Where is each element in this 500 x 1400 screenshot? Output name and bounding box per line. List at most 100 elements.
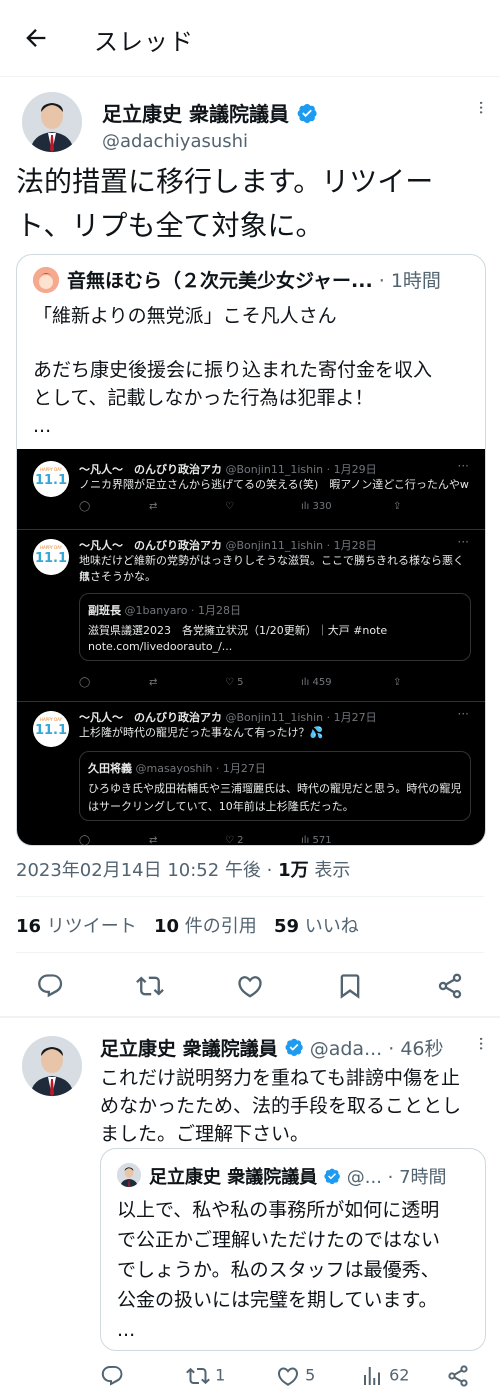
embedded-handle: @Bonjin11_1ishin · 1月28日 [225, 539, 377, 552]
reply-icon[interactable] [36, 972, 64, 1004]
reply-retweet-icon[interactable]: 1 [186, 1364, 225, 1388]
reply-quote-time: · 7時間 [387, 1167, 447, 1188]
verified-badge-icon [296, 102, 318, 129]
timestamp-text: 2023年02月14日 10:52 午後 · [16, 860, 279, 881]
post-actions [0, 972, 500, 1002]
reply-retweet-count: 1 [215, 1365, 226, 1385]
svg-text:HAPPY DAY: HAPPY DAY [40, 467, 63, 472]
post-timestamp[interactable]: 2023年02月14日 10:52 午後 · 1万 表示 [16, 856, 350, 882]
reply-handle: @ada... [309, 1038, 383, 1060]
embedded-views: 571 [312, 835, 332, 846]
retweet-icon[interactable] [136, 972, 164, 1004]
reply-views-count: 62 [389, 1365, 410, 1385]
quote-author-avatar [33, 267, 59, 293]
page-title: スレッド [94, 28, 194, 56]
reply-like-count: 5 [305, 1365, 316, 1385]
quote-line: 「維新よりの無党派」こそ凡人さん [33, 305, 337, 327]
more-options-icon[interactable]: ··· [470, 100, 491, 114]
reply-quote-line: 以上で、私や私の事務所が如何に透明 [117, 1199, 440, 1221]
quotes-label: 件の引用 [179, 916, 257, 937]
reply-quote-header: 足立康史 衆議院議員 @... · 7時間 [149, 1163, 447, 1190]
author-handle[interactable]: @adachiyasushi [102, 131, 248, 152]
reply-quote-line: でしょうか。私のスタッフは最優秀、 [117, 1259, 440, 1281]
reply-author-name[interactable]: 足立康史 衆議院議員 [100, 1038, 278, 1060]
reply-quote-body: 以上で、私や私の事務所が如何に透明 で公正かご理解いただけたのではない でしょう… [117, 1195, 440, 1345]
embedded-quote-line: note.com/livedoorauto_/... [88, 640, 233, 653]
quotes-stat[interactable]: 10 件の引用 [154, 916, 257, 937]
embedded-quote-line: 滋賀県議選2023 各党擁立状況（1/20更新）｜大戸 #note [88, 624, 388, 637]
embedded-quote: 久田将義 @masayoshih · 1月27日 ひろゆき氏や成田祐輔氏や三浦瑠… [79, 751, 471, 821]
embedded-body: ノニカ界隈が足立さんから逃げてるの笑える(笑) 暇アノン達どこ行ったんやw [79, 478, 469, 491]
bookmark-icon[interactable] [336, 972, 364, 1004]
svg-text:HAPPY DAY: HAPPY DAY [40, 545, 63, 550]
quoted-tweet[interactable]: 音無ほむら（２次元美少女ジャー... · 1時間 「維新よりの無党派」こそ凡人さ… [16, 254, 486, 846]
embedded-screenshot-image: 11.1 HAPPY DAY 〜凡人〜 のんびり政治アカ @Bonjin11_1i… [17, 449, 485, 846]
verified-badge-icon [284, 1037, 304, 1062]
embedded-actions: ◯ ⇄ ♡ 5 ılı 459 ⇪ [79, 677, 402, 688]
post-text-line: ト、リプも全て対象に。 [16, 209, 324, 242]
embedded-views: 459 [312, 677, 332, 688]
author-avatar[interactable] [22, 92, 82, 152]
embedded-likes: 2 [237, 835, 244, 846]
like-icon[interactable] [236, 972, 264, 1004]
post-text-line: 法的措置に移行します。リツイー [16, 165, 434, 198]
reply-quote-line: で公正かご理解いただけたのではない [117, 1229, 441, 1251]
embedded-handle: @Bonjin11_1ishin · 1月27日 [225, 711, 377, 724]
reply-quote-handle: @... [346, 1167, 382, 1188]
embedded-avatar: 11.1 HAPPY DAY [33, 711, 69, 747]
embedded-name: 〜凡人〜 のんびり政治アカ [79, 463, 222, 476]
svg-text:11.1: 11.1 [35, 473, 67, 488]
embedded-views: 330 [312, 501, 332, 512]
views-label: 表示 [308, 860, 351, 881]
back-arrow-icon[interactable] [22, 24, 50, 52]
reply-views-icon[interactable]: 62 [360, 1364, 409, 1388]
reply-quote-avatar [117, 1163, 141, 1187]
embedded-body: 上杉隆が時代の寵児だった事なんて有ったけ？💦 [79, 726, 324, 739]
quotes-count: 10 [153, 916, 180, 937]
likes-count: 59 [273, 916, 299, 937]
reply-quoted-tweet[interactable]: 足立康史 衆議院議員 @... · 7時間 以上で、私や私の事務所が如何に透明 … [100, 1148, 486, 1351]
likes-stat[interactable]: 59 いいね [274, 916, 359, 937]
embedded-body: 無さそうかな。 [79, 570, 156, 583]
quote-ellipsis: ... [33, 415, 52, 437]
embedded-quote-handle: @1banyaro · 1月28日 [124, 604, 241, 617]
embedded-name: 〜凡人〜 のんびり政治アカ [79, 711, 222, 724]
svg-text:11.1: 11.1 [35, 723, 67, 738]
reply-reply-icon[interactable] [100, 1364, 124, 1392]
author-name-text: 足立康史 衆議院議員 [102, 102, 289, 126]
reply-time: · 46秒 [388, 1038, 444, 1060]
post-text: 法的措置に移行します。リツイー ト、リプも全て対象に。 [16, 160, 486, 248]
verified-badge-icon [323, 1167, 341, 1190]
quote-header: 音無ほむら（２次元美少女ジャー... · 1時間 [67, 266, 441, 293]
author-name[interactable]: 足立康史 衆議院議員 [102, 98, 318, 129]
embedded-quote-handle: @masayoshih · 1月27日 [135, 762, 266, 775]
quote-line: として、記載しなかった行為は犯罪よ！ [33, 387, 374, 409]
embedded-likes: 5 [237, 677, 244, 688]
embedded-quote-name: 副班長 [88, 604, 121, 617]
embedded-quote-line: はサークリングしていて、10年前は上杉隆氏だった。 [88, 800, 354, 813]
reply-quote-author-name: 足立康史 衆議院議員 [149, 1167, 318, 1188]
embedded-actions: ◯ ⇄ ♡ 2 ılı 571 [79, 835, 332, 846]
embedded-quote-line: ひろゆき氏や成田祐輔氏や三浦瑠麗氏は、時代の寵児だと思う。時代の寵児 [88, 782, 462, 795]
reply-text-line: これだけ説明努力を重ねても誹謗中傷を止 [100, 1067, 461, 1089]
embedded-avatar: 11.1 HAPPY DAY [33, 539, 69, 575]
embedded-name: 〜凡人〜 のんびり政治アカ [79, 539, 222, 552]
engagement-counts: 16 リツイート 10 件の引用 59 いいね [16, 912, 359, 938]
reply-header: 足立康史 衆議院議員 @ada... · 46秒 [100, 1034, 444, 1062]
svg-text:HAPPY DAY: HAPPY DAY [40, 717, 63, 722]
embedded-quote-name: 久田将義 [88, 762, 132, 775]
reply-actions: 1 5 62 [0, 1364, 500, 1394]
reply-quote-ellipsis: ... [117, 1319, 136, 1341]
reply-text-line: ました。ご理解下さい。 [100, 1123, 310, 1145]
reply-more-options-icon[interactable]: ··· [470, 1036, 491, 1050]
reply-author-avatar[interactable] [22, 1036, 82, 1096]
likes-label: いいね [299, 916, 359, 937]
share-icon[interactable] [436, 972, 464, 1004]
reply-like-icon[interactable]: 5 [276, 1364, 315, 1388]
retweets-stat[interactable]: 16 リツイート [16, 916, 137, 937]
reply-text-line: めなかったため、法的手段を取ることとし [100, 1095, 462, 1117]
embedded-avatar: 11.1 HAPPY DAY [33, 461, 69, 497]
reply-share-icon[interactable] [446, 1364, 470, 1392]
retweets-count: 16 [16, 916, 42, 937]
views-count: 1万 [278, 860, 309, 881]
